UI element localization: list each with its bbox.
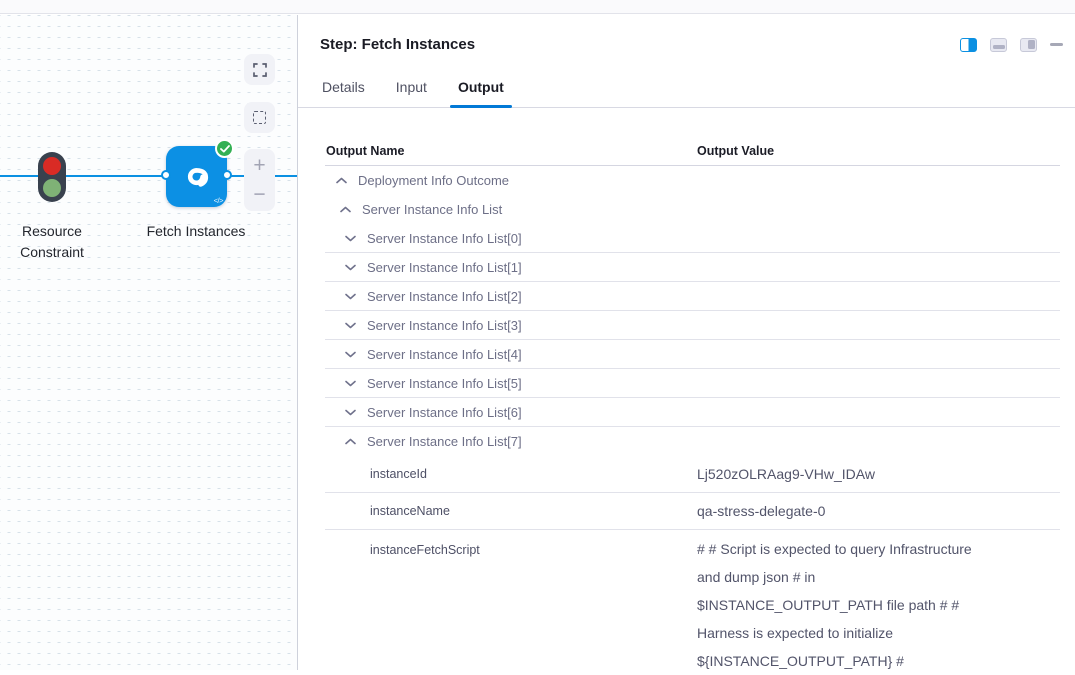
- output-value: # # Script is expected to query Infrastr…: [697, 535, 989, 675]
- pipeline-canvas[interactable]: Resource Constraint </> Fetch Instances …: [0, 15, 297, 670]
- tab-bar: Details Input Output: [298, 79, 1075, 108]
- output-key: instanceId: [325, 467, 697, 481]
- step-details-panel: Step: Fetch Instances Details Input Outp…: [298, 15, 1075, 670]
- output-key: instanceFetchScript: [325, 535, 697, 557]
- page-title: Step: Fetch Instances: [320, 36, 475, 53]
- column-header-output-value: Output Value: [697, 144, 774, 158]
- traffic-light-green-icon: [43, 179, 61, 197]
- tree-row-server-instance-info-list[interactable]: Server Instance Info List: [325, 195, 1060, 224]
- panel-divider[interactable]: [297, 15, 298, 670]
- output-key: instanceName: [325, 504, 697, 518]
- tree-row-list-1[interactable]: Server Instance Info List[1]: [325, 253, 1060, 282]
- tree-row-deployment-info-outcome[interactable]: Deployment Info Outcome: [325, 166, 1060, 195]
- chevron-up-icon[interactable]: [339, 204, 351, 216]
- code-icon: </>: [214, 196, 223, 205]
- kv-row-instance-name: instanceName qa-stress-delegate-0: [325, 493, 1060, 530]
- tree-row-list-2[interactable]: Server Instance Info List[2]: [325, 282, 1060, 311]
- node-resource-constraint[interactable]: [38, 152, 66, 202]
- window-top-bar: [0, 0, 1075, 14]
- tree-row-list-3[interactable]: Server Instance Info List[3]: [325, 311, 1060, 340]
- node-fetch-instances[interactable]: </>: [166, 146, 227, 207]
- chevron-down-icon[interactable]: [344, 406, 356, 418]
- tab-details[interactable]: Details: [320, 79, 367, 107]
- zoom-to-fit-button[interactable]: [244, 54, 275, 85]
- output-table: Output Name Output Value Deployment Info…: [325, 136, 1060, 675]
- tab-output[interactable]: Output: [456, 79, 506, 107]
- traffic-light-red-icon: [43, 157, 61, 175]
- tree-row-list-7[interactable]: Server Instance Info List[7]: [325, 427, 1060, 456]
- zoom-out-button[interactable]: −: [244, 180, 275, 209]
- minimize-icon[interactable]: [1050, 43, 1063, 46]
- kv-row-instance-fetch-script: instanceFetchScript # # Script is expect…: [325, 530, 1060, 675]
- fullscreen-icon: [253, 63, 267, 77]
- tree-row-list-6[interactable]: Server Instance Info List[6]: [325, 398, 1060, 427]
- check-icon: [220, 145, 230, 153]
- tree-row-list-0[interactable]: Server Instance Info List[0]: [325, 224, 1060, 253]
- table-header: Output Name Output Value: [325, 136, 1060, 166]
- kv-row-instance-id: instanceId Lj520zOLRAag9-VHw_IDAw: [325, 456, 1060, 493]
- chevron-up-icon[interactable]: [344, 436, 356, 448]
- marquee-icon: [253, 111, 266, 124]
- chevron-down-icon[interactable]: [344, 348, 356, 360]
- layout-controls: [960, 38, 1063, 52]
- tree-row-list-4[interactable]: Server Instance Info List[4]: [325, 340, 1060, 369]
- chevron-down-icon[interactable]: [344, 377, 356, 389]
- chevron-down-icon[interactable]: [344, 319, 356, 331]
- harness-swirl-icon: [180, 160, 213, 198]
- output-value: Lj520zOLRAag9-VHw_IDAw: [697, 460, 875, 488]
- node-label-resource-constraint: Resource Constraint: [1, 221, 103, 263]
- layout-split-right-icon[interactable]: [960, 38, 977, 52]
- chevron-up-icon[interactable]: [335, 175, 347, 187]
- chevron-down-icon[interactable]: [344, 290, 356, 302]
- output-value: qa-stress-delegate-0: [697, 497, 825, 525]
- column-header-output-name: Output Name: [325, 144, 697, 158]
- zoom-controls: + −: [244, 149, 275, 211]
- node-port-left: [161, 170, 171, 180]
- layout-bottom-panel-icon[interactable]: [990, 38, 1007, 52]
- panel-header: Step: Fetch Instances: [298, 15, 1075, 53]
- tree-row-list-5[interactable]: Server Instance Info List[5]: [325, 369, 1060, 398]
- chevron-down-icon[interactable]: [344, 261, 356, 273]
- node-port-right: [222, 170, 232, 180]
- success-badge: [215, 139, 234, 158]
- zoom-in-button[interactable]: +: [244, 151, 275, 180]
- marquee-select-button[interactable]: [244, 102, 275, 133]
- chevron-down-icon[interactable]: [344, 232, 356, 244]
- tab-input[interactable]: Input: [394, 79, 429, 107]
- layout-right-panel-icon[interactable]: [1020, 38, 1037, 52]
- node-label-fetch-instances: Fetch Instances: [136, 221, 256, 242]
